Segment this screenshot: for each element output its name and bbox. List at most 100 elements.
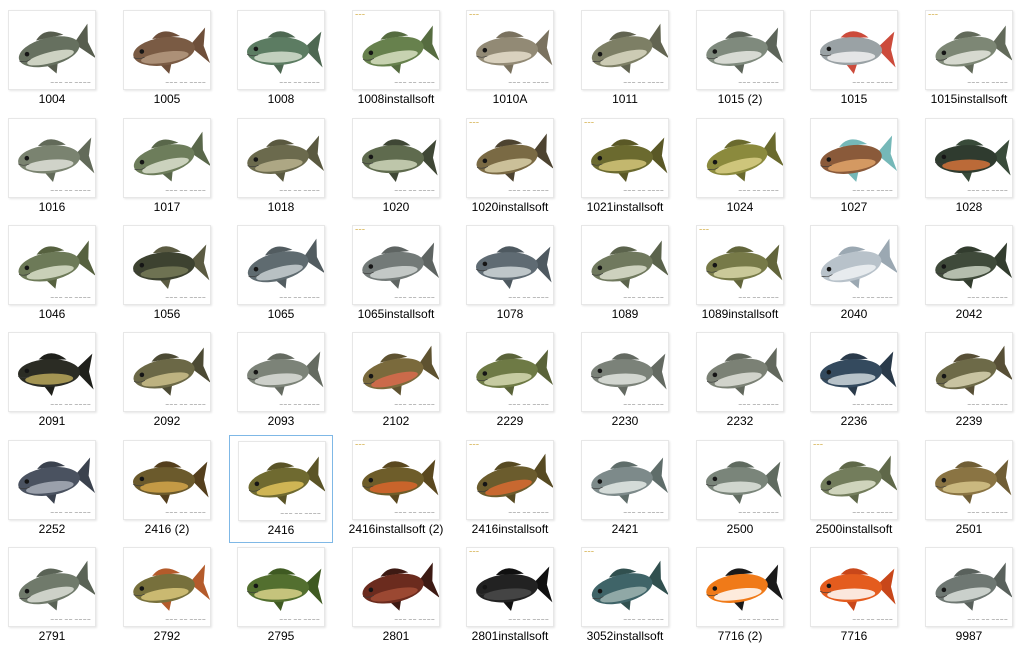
file-item[interactable]: ~~~ ~~~ ~~ ~~~~ 1020installsoft <box>458 113 562 221</box>
file-item[interactable]: ~~~ ~~ ~~~~ 1011 <box>573 5 677 113</box>
file-item[interactable]: ~~~ ~~ ~~~~ 1005 <box>115 5 219 113</box>
image-thumbnail[interactable]: ~~~ ~~ ~~~~ <box>237 547 325 627</box>
file-item[interactable]: ~~~ ~~ ~~~~ 2795 <box>229 542 333 650</box>
file-item[interactable]: ~~~ ~~~ ~~ ~~~~ 1015installsoft <box>917 5 1021 113</box>
file-item[interactable]: ~~~ ~~ ~~~~ 1056 <box>115 220 219 328</box>
file-item[interactable]: ~~~ ~~~ ~~ ~~~~ 1089installsoft <box>688 220 792 328</box>
image-thumbnail[interactable]: ~~~ ~~~ ~~ ~~~~ <box>352 225 440 305</box>
image-thumbnail[interactable]: ~~~ ~~~ ~~ ~~~~ <box>466 118 554 198</box>
file-item[interactable]: ~~~ ~~ ~~~~ 1016 <box>0 113 104 221</box>
file-item[interactable]: ~~~ ~~ ~~~~ 2230 <box>573 327 677 435</box>
file-item[interactable]: ~~~ ~~~ ~~ ~~~~ 2801installsoft <box>458 542 562 650</box>
image-thumbnail[interactable]: ~~~ ~~ ~~~~ <box>8 118 96 198</box>
file-item[interactable]: ~~~ ~~~ ~~ ~~~~ 3052installsoft <box>573 542 677 650</box>
file-item[interactable]: ~~~ ~~ ~~~~ 2801 <box>344 542 448 650</box>
image-thumbnail[interactable]: ~~~ ~~ ~~~~ <box>237 225 325 305</box>
file-item[interactable]: ~~~ ~~ ~~~~ 1018 <box>229 113 333 221</box>
file-item[interactable]: ~~~ ~~ ~~~~ 2791 <box>0 542 104 650</box>
image-thumbnail[interactable]: ~~~ ~~ ~~~~ <box>466 332 554 412</box>
file-item[interactable]: ~~~ ~~~ ~~ ~~~~ 1008installsoft <box>344 5 448 113</box>
image-thumbnail[interactable]: ~~~ ~~ ~~~~ <box>925 225 1013 305</box>
file-item[interactable]: ~~~ ~~ ~~~~ 2102 <box>344 327 448 435</box>
file-item[interactable]: ~~~ ~~ ~~~~ 1078 <box>458 220 562 328</box>
file-item[interactable]: ~~~ ~~~ ~~ ~~~~ 1065installsoft <box>344 220 448 328</box>
image-thumbnail[interactable]: ~~~ ~~ ~~~~ <box>581 10 669 90</box>
image-thumbnail[interactable]: ~~~ ~~ ~~~~ <box>581 225 669 305</box>
image-thumbnail[interactable]: ~~~ ~~ ~~~~ <box>925 440 1013 520</box>
image-thumbnail[interactable]: ~~~ ~~~ ~~ ~~~~ <box>925 10 1013 90</box>
file-item[interactable]: ~~~ ~~~ ~~ ~~~~ 2500installsoft <box>802 435 906 543</box>
image-thumbnail[interactable]: ~~~ ~~ ~~~~ <box>8 10 96 90</box>
image-thumbnail[interactable]: ~~~ ~~~ ~~ ~~~~ <box>581 118 669 198</box>
file-item[interactable]: ~~~ ~~ ~~~~ 1008 <box>229 5 333 113</box>
image-thumbnail[interactable]: ~~~ ~~ ~~~~ <box>810 10 898 90</box>
file-item[interactable]: ~~~ ~~~ ~~ ~~~~ 1010A <box>458 5 562 113</box>
image-thumbnail[interactable]: ~~~ ~~ ~~~~ <box>8 332 96 412</box>
file-item[interactable]: ~~~ ~~ ~~~~ 1027 <box>802 113 906 221</box>
image-thumbnail[interactable]: ~~~ ~~ ~~~~ <box>123 547 211 627</box>
image-thumbnail[interactable]: ~~~ ~~~ ~~ ~~~~ <box>466 547 554 627</box>
file-item[interactable]: ~~~ ~~ ~~~~ 2232 <box>688 327 792 435</box>
file-item[interactable]: ~~~ ~~ ~~~~ 2092 <box>115 327 219 435</box>
image-thumbnail[interactable]: ~~~ ~~ ~~~~ <box>123 440 211 520</box>
file-item[interactable]: ~~~ ~~ ~~~~ 1024 <box>688 113 792 221</box>
file-item[interactable]: ~~~ ~~ ~~~~ 2093 <box>229 327 333 435</box>
file-item[interactable]: ~~~ ~~ ~~~~ 2252 <box>0 435 104 543</box>
image-thumbnail[interactable]: ~~~ ~~ ~~~~ <box>8 547 96 627</box>
image-thumbnail[interactable]: ~~~ ~~ ~~~~ <box>123 332 211 412</box>
file-item[interactable]: ~~~ ~~ ~~~~ 7716 <box>802 542 906 650</box>
file-item[interactable]: ~~~ ~~ ~~~~ 2239 <box>917 327 1021 435</box>
image-thumbnail[interactable]: ~~~ ~~ ~~~~ <box>352 332 440 412</box>
image-thumbnail[interactable]: ~~~ ~~ ~~~~ <box>8 440 96 520</box>
file-item[interactable]: ~~~ ~~ ~~~~ 7716 (2) <box>688 542 792 650</box>
file-item[interactable]: ~~~ ~~ ~~~~ 2416 <box>229 435 333 543</box>
image-thumbnail[interactable]: ~~~ ~~ ~~~~ <box>352 547 440 627</box>
image-thumbnail[interactable]: ~~~ ~~~ ~~ ~~~~ <box>581 547 669 627</box>
file-item[interactable]: ~~~ ~~ ~~~~ 2501 <box>917 435 1021 543</box>
image-thumbnail[interactable]: ~~~ ~~ ~~~~ <box>581 440 669 520</box>
image-thumbnail[interactable]: ~~~ ~~ ~~~~ <box>123 10 211 90</box>
image-thumbnail[interactable]: ~~~ ~~~ ~~ ~~~~ <box>466 10 554 90</box>
image-thumbnail[interactable]: ~~~ ~~~ ~~ ~~~~ <box>810 440 898 520</box>
image-thumbnail[interactable]: ~~~ ~~ ~~~~ <box>123 225 211 305</box>
image-thumbnail[interactable]: ~~~ ~~ ~~~~ <box>123 118 211 198</box>
file-item[interactable]: ~~~ ~~ ~~~~ 1017 <box>115 113 219 221</box>
image-thumbnail[interactable]: ~~~ ~~ ~~~~ <box>8 225 96 305</box>
image-thumbnail[interactable]: ~~~ ~~ ~~~~ <box>810 547 898 627</box>
image-thumbnail[interactable]: ~~~ ~~ ~~~~ <box>696 332 784 412</box>
file-item[interactable]: ~~~ ~~ ~~~~ 1015 <box>802 5 906 113</box>
image-thumbnail[interactable]: ~~~ ~~~ ~~ ~~~~ <box>696 225 784 305</box>
image-thumbnail[interactable]: ~~~ ~~ ~~~~ <box>925 118 1013 198</box>
file-item[interactable]: ~~~ ~~ ~~~~ 2792 <box>115 542 219 650</box>
file-item[interactable]: ~~~ ~~~ ~~ ~~~~ 2416installsoft <box>458 435 562 543</box>
file-item[interactable]: ~~~ ~~ ~~~~ 2091 <box>0 327 104 435</box>
image-thumbnail[interactable]: ~~~ ~~~ ~~ ~~~~ <box>352 440 440 520</box>
file-item[interactable]: ~~~ ~~ ~~~~ 9987 <box>917 542 1021 650</box>
file-item[interactable]: ~~~ ~~ ~~~~ 2421 <box>573 435 677 543</box>
file-item[interactable]: ~~~ ~~ ~~~~ 2229 <box>458 327 562 435</box>
file-item[interactable]: ~~~ ~~ ~~~~ 1028 <box>917 113 1021 221</box>
file-item[interactable]: ~~~ ~~ ~~~~ 1065 <box>229 220 333 328</box>
file-item[interactable]: ~~~ ~~ ~~~~ 1015 (2) <box>688 5 792 113</box>
image-thumbnail[interactable]: ~~~ ~~ ~~~~ <box>810 225 898 305</box>
image-thumbnail[interactable]: ~~~ ~~~ ~~ ~~~~ <box>352 10 440 90</box>
file-item[interactable]: ~~~ ~~~ ~~ ~~~~ 1021installsoft <box>573 113 677 221</box>
file-item[interactable]: ~~~ ~~ ~~~~ 1089 <box>573 220 677 328</box>
image-thumbnail[interactable]: ~~~ ~~ ~~~~ <box>237 10 325 90</box>
file-item[interactable]: ~~~ ~~ ~~~~ 2042 <box>917 220 1021 328</box>
image-thumbnail[interactable]: ~~~ ~~ ~~~~ <box>810 332 898 412</box>
image-thumbnail[interactable]: ~~~ ~~~ ~~ ~~~~ <box>466 440 554 520</box>
file-item[interactable]: ~~~ ~~~ ~~ ~~~~ 2416installsoft (2) <box>344 435 448 543</box>
image-thumbnail[interactable]: ~~~ ~~ ~~~~ <box>238 441 326 521</box>
image-thumbnail[interactable]: ~~~ ~~ ~~~~ <box>237 332 325 412</box>
file-item[interactable]: ~~~ ~~ ~~~~ 1004 <box>0 5 104 113</box>
image-thumbnail[interactable]: ~~~ ~~ ~~~~ <box>696 118 784 198</box>
image-thumbnail[interactable]: ~~~ ~~ ~~~~ <box>696 10 784 90</box>
image-thumbnail[interactable]: ~~~ ~~ ~~~~ <box>925 332 1013 412</box>
image-thumbnail[interactable]: ~~~ ~~ ~~~~ <box>237 118 325 198</box>
file-item[interactable]: ~~~ ~~ ~~~~ 1020 <box>344 113 448 221</box>
image-thumbnail[interactable]: ~~~ ~~ ~~~~ <box>352 118 440 198</box>
image-thumbnail[interactable]: ~~~ ~~ ~~~~ <box>696 440 784 520</box>
file-item[interactable]: ~~~ ~~ ~~~~ 2416 (2) <box>115 435 219 543</box>
image-thumbnail[interactable]: ~~~ ~~ ~~~~ <box>696 547 784 627</box>
